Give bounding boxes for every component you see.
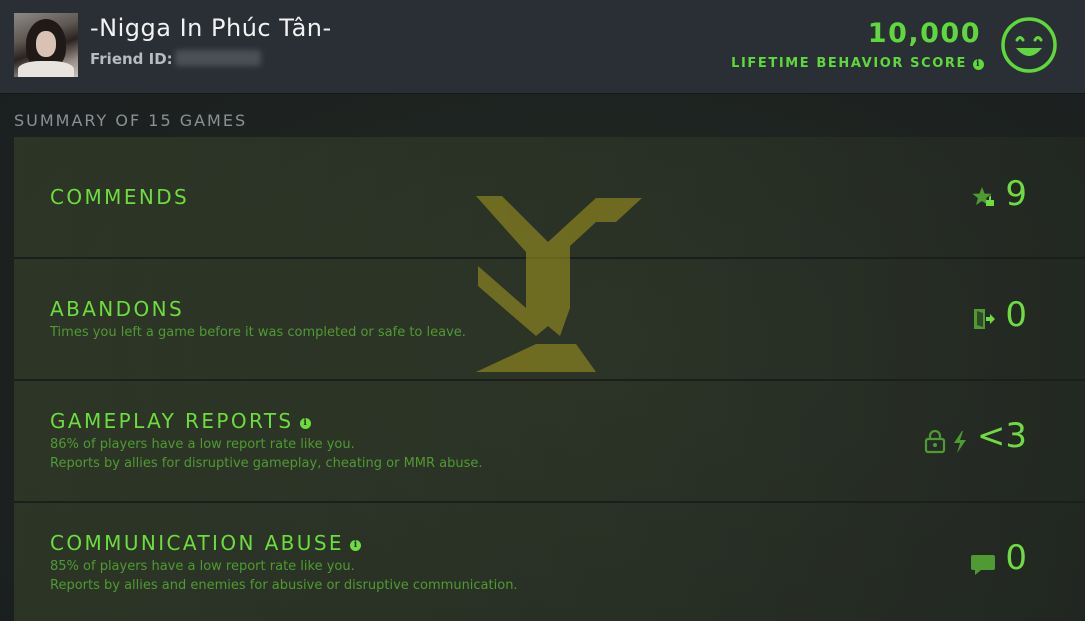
gameplay-reports-rate-text: 86% of players have a low report rate li… [50, 437, 355, 452]
communication-abuse-value: 0 [1005, 538, 1027, 578]
exit-door-icon [974, 309, 995, 329]
friend-id-redacted [174, 50, 261, 66]
chat-bubble-icon [971, 555, 995, 575]
friend-id: Friend ID: [90, 50, 261, 68]
communication-abuse-row: COMMUNICATION ABUSE i 85% of players have… [14, 503, 1085, 621]
communication-abuse-title: COMMUNICATION ABUSE i [50, 531, 361, 555]
gameplay-reports-detail-text: Reports by allies for disruptive gamepla… [50, 456, 483, 471]
star-thumb-icon [972, 187, 994, 206]
communication-abuse-title-text: COMMUNICATION ABUSE [50, 531, 344, 555]
summary-rows: COMMENDS 9 ABANDONS Times you left a gam… [14, 137, 1085, 621]
gameplay-reports-value: <3 [976, 416, 1027, 456]
friend-id-label: Friend ID: [90, 50, 173, 68]
gameplay-reports-title-text: GAMEPLAY REPORTS [50, 409, 294, 433]
gameplay-reports-row: GAMEPLAY REPORTS i 86% of players have a … [14, 381, 1085, 503]
communication-abuse-detail-text: Reports by allies and enemies for abusiv… [50, 578, 518, 593]
smiley-face-icon [1001, 17, 1057, 73]
behavior-score-value: 10,000 [867, 18, 981, 49]
avatar[interactable] [14, 13, 78, 77]
behavior-score-label-text: LIFETIME BEHAVIOR SCORE [731, 56, 967, 71]
abandons-description: Times you left a game before it was comp… [50, 325, 466, 340]
gameplay-reports-title: GAMEPLAY REPORTS i [50, 409, 311, 433]
summary-title: SUMMARY OF 15 GAMES [14, 111, 248, 130]
behavior-score-label: LIFETIME BEHAVIOR SCORE i [731, 56, 984, 71]
communication-abuse-info-icon[interactable]: i [349, 540, 361, 551]
behavior-score-panel: -Nigga In Phúc Tân- Friend ID: 10,000 LI… [0, 0, 1085, 621]
abandons-row: ABANDONS Times you left a game before it… [14, 259, 1085, 381]
commends-title: COMMENDS [50, 185, 190, 209]
communication-abuse-rate-text: 85% of players have a low report rate li… [50, 559, 355, 574]
gameplay-reports-info-icon[interactable]: i [299, 418, 311, 429]
avatar-face [36, 31, 56, 57]
avatar-shirt [18, 61, 74, 77]
player-name[interactable]: -Nigga In Phúc Tân- [90, 14, 332, 42]
gameplay-reports-description: 86% of players have a low report rate li… [50, 435, 483, 473]
profile-header: -Nigga In Phúc Tân- Friend ID: 10,000 LI… [0, 0, 1085, 93]
abandons-title: ABANDONS [50, 297, 185, 321]
communication-abuse-description: 85% of players have a low report rate li… [50, 557, 518, 595]
info-icon[interactable]: i [973, 59, 984, 70]
lock-bolt-icon [924, 429, 966, 454]
abandons-value: 0 [1005, 295, 1027, 335]
commends-value: 9 [1005, 174, 1027, 214]
commends-row: COMMENDS 9 [14, 137, 1085, 259]
